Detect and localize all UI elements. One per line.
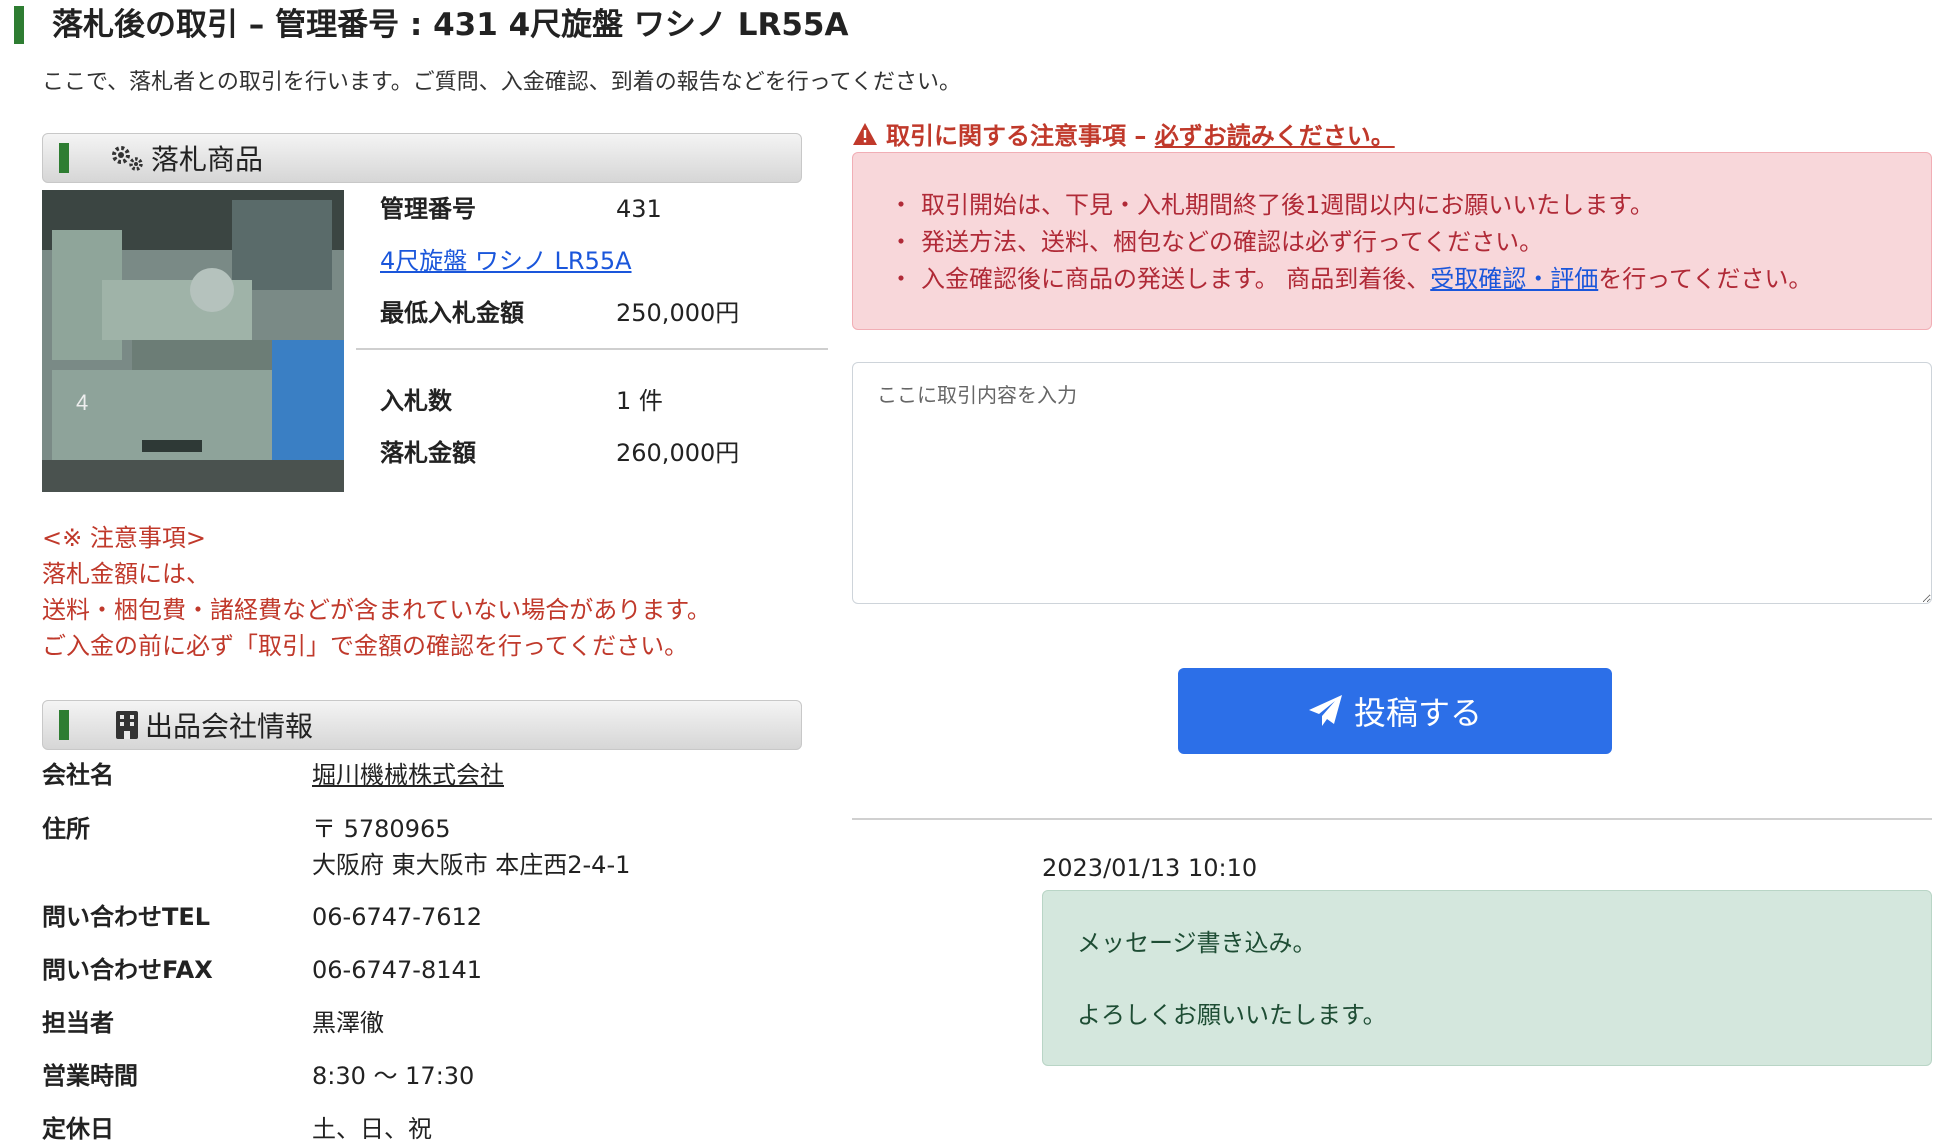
company-name-link[interactable]: 堀川機械株式会社 [312, 757, 504, 793]
section-accent-bar [59, 143, 69, 173]
hours-label: 営業時間 [42, 1062, 138, 1090]
winning-bid-label: 落札金額 [380, 439, 476, 467]
message-timestamp: 2023/01/13 10:10 [1042, 854, 1258, 882]
management-number-value: 431 [616, 195, 662, 223]
post-button[interactable]: 投稿する [1178, 668, 1612, 754]
warning-title: 取引に関する注意事項 – 必ずお読みください。 [852, 116, 1395, 151]
product-image[interactable]: 4 [42, 190, 344, 492]
bid-count-value: 1 件 [616, 387, 663, 415]
building-icon [109, 707, 145, 743]
contact-label: 担当者 [42, 1009, 114, 1037]
warning-triangle-icon [852, 122, 878, 146]
paper-plane-icon [1308, 694, 1354, 728]
fax-value: 06-6747-8141 [312, 956, 483, 984]
warning-title-prefix: 取引に関する注意事項 – [886, 122, 1155, 150]
tel-label: 問い合わせTEL [42, 903, 211, 931]
fax-label: 問い合わせFAX [42, 956, 213, 984]
hours-value: 8:30 〜 17:30 [312, 1062, 475, 1090]
holiday-label: 定休日 [42, 1115, 114, 1143]
product-name-link[interactable]: 4尺旋盤 ワシノ LR55A [380, 244, 632, 278]
warning-item-text: を行ってください。 [1598, 265, 1813, 293]
company-section-title: 出品会社情報 [145, 710, 314, 743]
company-section-header: 出品会社情報 [42, 700, 802, 750]
address-label: 住所 [42, 815, 90, 843]
product-section-header: 落札商品 [42, 133, 802, 183]
message-bubble: メッセージ書き込み。 よろしくお願いいたします。 [1042, 890, 1932, 1066]
company-name-label: 会社名 [42, 761, 114, 789]
bid-count-label: 入札数 [380, 387, 452, 415]
contact-value: 黒澤徹 [312, 1009, 384, 1037]
post-button-label: 投稿する [1353, 694, 1482, 732]
warning-item: 取引開始は、下見・入札期間終了後1週間以内にお願いいたします。 [889, 187, 1931, 224]
section-accent-bar [59, 710, 69, 740]
warning-item-text: 入金確認後に商品の発送します。 商品到着後、 [921, 265, 1431, 293]
min-bid-label: 最低入札金額 [380, 299, 524, 327]
tel-value: 06-6747-7612 [312, 903, 483, 931]
management-number-label: 管理番号 [380, 195, 476, 223]
notice-line: ご入金の前に必ず「取引」で金額の確認を行ってください。 [42, 632, 689, 660]
receipt-review-link[interactable]: 受取確認・評価 [1430, 265, 1598, 293]
address-value: 大阪府 東大阪市 本庄西2-4-1 [312, 851, 631, 879]
notice-heading: <※ 注意事項> [42, 524, 206, 552]
messages-divider [852, 818, 1932, 820]
warning-item: 入金確認後に商品の発送します。 商品到着後、受取確認・評価を行ってください。 [889, 261, 1931, 298]
gears-icon [109, 140, 145, 176]
notice-line: 落札金額には、 [42, 560, 210, 588]
product-divider [356, 348, 828, 350]
message-input[interactable] [852, 362, 1932, 604]
winning-bid-value: 260,000円 [616, 439, 740, 467]
payment-notice: <※ 注意事項> 落札金額には、 送料・梱包費・諸経費などが含まれていない場合が… [42, 520, 711, 664]
holiday-value: 土、日、祝 [312, 1115, 432, 1143]
svg-text:4: 4 [76, 390, 88, 415]
message-line: メッセージ書き込み。 [1077, 929, 1317, 957]
message-line: よろしくお願いいたします。 [1077, 1001, 1387, 1029]
notice-line: 送料・梱包費・諸経費などが含まれていない場合があります。 [42, 596, 711, 624]
page-title: 落札後の取引 – 管理番号 : 431 4尺旋盤 ワシノ LR55A [14, 6, 1924, 44]
page-subtitle: ここで、落札者との取引を行います。ご質問、入金確認、到着の報告などを行ってくださ… [42, 70, 961, 95]
postal-code: 〒 5780965 [312, 815, 451, 843]
min-bid-value: 250,000円 [616, 299, 740, 327]
warning-title-emphasis: 必ずお読みください。 [1154, 122, 1395, 150]
warning-item: 発送方法、送料、梱包などの確認は必ず行ってください。 [889, 224, 1931, 261]
product-section-title: 落札商品 [151, 143, 264, 176]
warning-box: 取引開始は、下見・入札期間終了後1週間以内にお願いいたします。 発送方法、送料、… [852, 152, 1932, 330]
